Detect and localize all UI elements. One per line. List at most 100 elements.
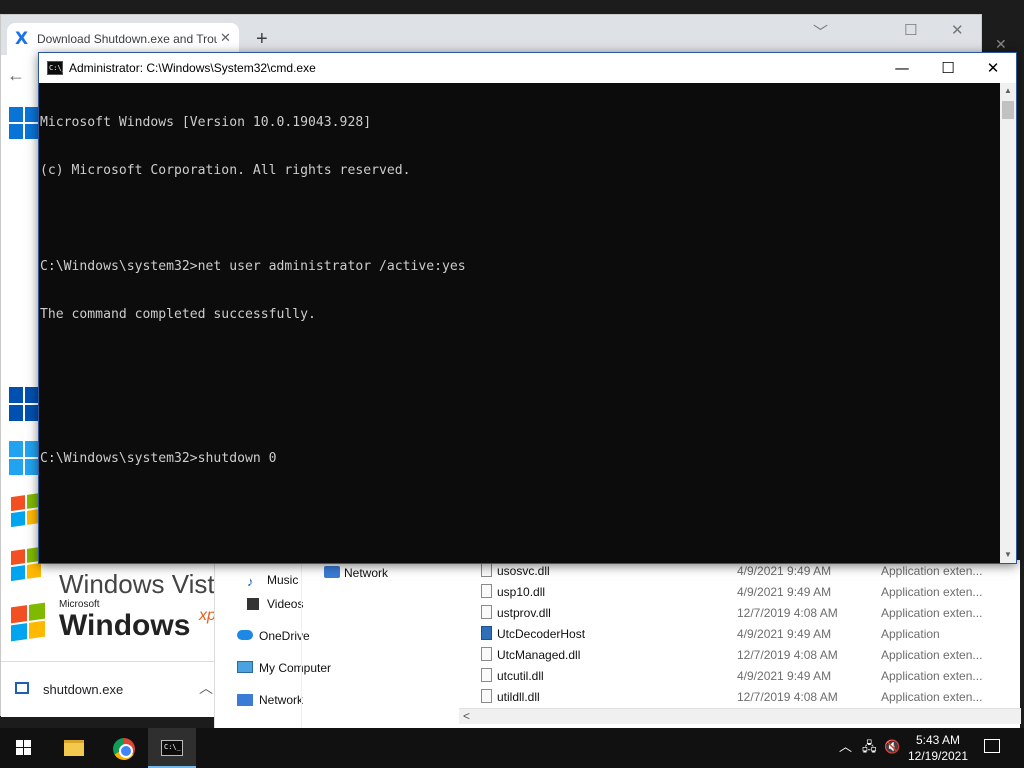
tray-chevron-up-icon[interactable]: ︿ <box>839 728 852 768</box>
scroll-left-arrow-icon[interactable]: < <box>463 709 470 723</box>
tree-item-network[interactable]: Network <box>344 566 388 580</box>
file-date: 4/9/2021 9:49 AM <box>737 585 832 599</box>
file-name: usp10.dll <box>497 585 546 599</box>
window-title: Administrator: C:\Windows\System32\cmd.e… <box>69 61 316 75</box>
file-date: 4/9/2021 9:49 AM <box>737 669 832 683</box>
network-tray-icon[interactable]: 🖧 <box>862 728 877 768</box>
file-row[interactable]: utildll.dll 12/7/2019 4:08 AM Applicatio… <box>471 686 1021 707</box>
start-button[interactable] <box>0 728 48 768</box>
network-icon <box>237 694 253 706</box>
dll-file-icon <box>481 689 492 703</box>
taskbar-file-explorer[interactable] <box>50 728 98 768</box>
windows-xp-logo-text: Windows <box>59 609 191 642</box>
scrollbar-thumb[interactable] <box>1002 101 1014 119</box>
dll-file-icon <box>481 668 492 682</box>
windows-logo-icon <box>9 387 39 421</box>
file-type: Application <box>881 627 940 641</box>
download-shelf: shutdown.exe ︿ <box>1 661 215 717</box>
file-date: 4/9/2021 9:49 AM <box>737 564 832 578</box>
cmd-icon: C:\_ <box>161 740 183 756</box>
file-name: ustprov.dll <box>497 606 551 620</box>
vertical-scrollbar[interactable]: ▲ ▼ <box>1000 83 1016 563</box>
nav-item-music[interactable]: Music <box>267 573 298 587</box>
file-row[interactable]: ustprov.dll 12/7/2019 4:08 AM Applicatio… <box>471 602 1021 623</box>
volume-muted-icon[interactable]: 🔇 <box>884 728 900 768</box>
cmd-window[interactable]: C:\_ Administrator: C:\Windows\System32\… <box>38 52 1017 564</box>
windows-xp-flag-icon <box>11 602 45 642</box>
file-name: utcutil.dll <box>497 669 544 683</box>
file-row[interactable]: UtcManaged.dll 12/7/2019 4:08 AM Applica… <box>471 644 1021 665</box>
horizontal-scrollbar[interactable]: < <box>459 708 1021 724</box>
windows-logo-icon <box>9 107 39 139</box>
nav-item-videos[interactable]: Videos <box>267 597 303 611</box>
file-date: 12/7/2019 4:08 AM <box>737 690 838 704</box>
file-name: UtcManaged.dll <box>497 648 581 662</box>
console-line: Microsoft Windows [Version 10.0.19043.92… <box>40 115 372 130</box>
site-favicon-icon: X <box>15 29 29 49</box>
file-type: Application exten... <box>881 669 983 683</box>
xp-suffix-text: xp <box>199 607 215 624</box>
browser-tab-bar: X Download Shutdown.exe and Troubleshoot… <box>1 15 981 55</box>
browser-close-button[interactable]: ✕ <box>951 21 964 39</box>
taskbar: C:\_ ︿ 🖧 🔇 5:43 AM 12/19/2021 <box>0 728 1024 768</box>
chrome-icon <box>113 738 135 760</box>
windows-logo-icon <box>9 441 39 475</box>
file-row[interactable]: UtcDecoderHost 4/9/2021 9:49 AM Applicat… <box>471 623 1021 644</box>
scroll-up-arrow-icon[interactable]: ▲ <box>1000 83 1016 99</box>
file-type: Application exten... <box>881 564 983 578</box>
taskbar-cmd[interactable]: C:\_ <box>148 728 196 768</box>
new-tab-button[interactable]: + <box>256 29 268 49</box>
explorer-nav-pane: ♪ Music Videos OneDrive My Computer Netw… <box>215 560 331 728</box>
windows-flag-icon <box>11 492 41 528</box>
dll-file-icon <box>481 647 492 661</box>
browser-maximize-button[interactable]: ☐ <box>904 21 917 39</box>
video-icon <box>247 598 259 610</box>
cmd-title-bar[interactable]: C:\_ Administrator: C:\Windows\System32\… <box>39 53 1016 83</box>
console-line: The command completed successfully. <box>40 307 316 322</box>
file-row[interactable]: usp10.dll 4/9/2021 9:49 AM Application e… <box>471 581 1021 602</box>
network-icon <box>324 566 340 578</box>
taskbar-clock[interactable]: 5:43 AM 12/19/2021 <box>904 732 972 764</box>
computer-icon <box>237 661 253 673</box>
browser-tab-active[interactable]: X Download Shutdown.exe and Troubleshoot… <box>7 23 239 55</box>
nav-item-network[interactable]: Network <box>259 693 303 707</box>
clock-time: 5:43 AM <box>915 733 961 747</box>
file-type: Application exten... <box>881 606 983 620</box>
console-line: (c) Microsoft Corporation. All rights re… <box>40 163 411 178</box>
file-type: Application exten... <box>881 690 983 704</box>
tab-title: Download Shutdown.exe and Troubleshoot <box>37 32 217 46</box>
notification-center-icon[interactable] <box>984 739 1000 753</box>
windows-start-icon <box>16 740 31 755</box>
dll-file-icon <box>481 584 492 598</box>
console-line: C:\Windows\system32>net user administrat… <box>40 259 466 274</box>
file-name: UtcDecoderHost <box>497 627 586 641</box>
console-prompt-line: C:\Windows\system32>shutdown 0 <box>40 451 277 466</box>
chevron-up-icon[interactable]: ︿ <box>199 678 213 698</box>
cmd-app-icon: C:\_ <box>47 61 66 75</box>
file-row[interactable]: utcutil.dll 4/9/2021 9:49 AM Application… <box>471 665 1021 686</box>
browser-minimize-button[interactable]: ﹀ <box>813 21 828 42</box>
minimize-button[interactable]: — <box>879 53 925 83</box>
close-icon[interactable]: ✕ <box>995 36 1007 53</box>
windows-flag-icon <box>11 546 41 582</box>
scroll-down-arrow-icon[interactable]: ▼ <box>1000 547 1016 563</box>
console-output[interactable]: Microsoft Windows [Version 10.0.19043.92… <box>39 83 1000 563</box>
tab-close-icon[interactable]: ✕ <box>220 30 231 46</box>
explorer-tree-pane: Network <box>301 560 471 728</box>
folder-icon <box>64 740 84 756</box>
file-name: usosvc.dll <box>497 564 550 578</box>
file-date: 12/7/2019 4:08 AM <box>737 648 838 662</box>
file-name: utildll.dll <box>497 690 540 704</box>
download-file-name[interactable]: shutdown.exe <box>43 682 123 697</box>
onedrive-cloud-icon <box>237 630 253 640</box>
clock-date: 12/19/2021 <box>907 749 969 763</box>
maximize-button[interactable]: ☐ <box>925 53 971 83</box>
application-icon <box>481 626 492 640</box>
close-button[interactable]: ✕ <box>970 53 1016 83</box>
back-arrow-icon[interactable]: ← <box>7 65 25 86</box>
taskbar-chrome[interactable] <box>100 728 148 768</box>
windows-vista-logo-text: Windows Vista <box>59 569 215 599</box>
